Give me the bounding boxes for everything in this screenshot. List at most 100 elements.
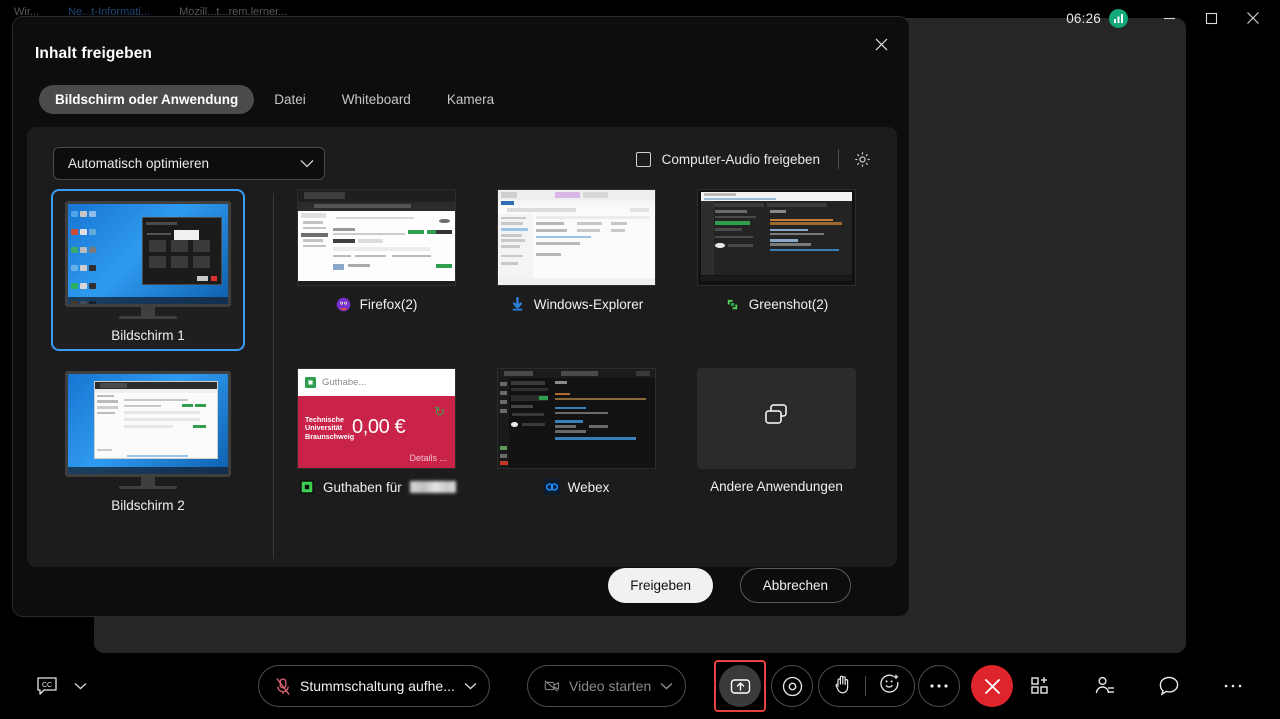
mini-taskbar-2: [68, 467, 228, 474]
app-caption-greenshot: Greenshot(2): [697, 296, 856, 312]
tab-kamera[interactable]: Kamera: [431, 85, 510, 114]
guthaben-university: Technische Universität Braunschweig: [305, 415, 355, 441]
more-horizontal-icon[interactable]: [1220, 673, 1246, 699]
app-row-2: Guthabe... ↻ Technische Universität Brauns…: [297, 368, 897, 495]
optimize-select[interactable]: Automatisch optimieren: [53, 147, 325, 180]
monitor-screen-2: [65, 371, 231, 477]
chevron-down-icon[interactable]: [660, 677, 673, 695]
app-label-explorer: Windows-Explorer: [533, 296, 644, 312]
redacted-text: [409, 481, 456, 493]
mic-muted-icon: [275, 677, 291, 695]
app-option-explorer[interactable]: Windows-Explorer: [497, 189, 656, 312]
app-option-webex[interactable]: Webex: [497, 368, 656, 495]
computer-audio-option: Computer-Audio freigeben: [635, 149, 871, 169]
monitor-stand-2: [141, 477, 155, 486]
app-label-greenshot: Greenshot(2): [748, 296, 829, 312]
monitor-screen-1: [65, 201, 231, 307]
app-label-other: Andere Anwendungen: [710, 479, 843, 494]
mini-taskbar: [68, 297, 228, 304]
share-content-dialog: Inhalt freigeben Bildschirm oder Anwendu…: [12, 16, 910, 617]
guthaben-card-header: Guthabe...: [298, 369, 455, 396]
share-content-highlight: [714, 660, 766, 712]
gear-icon[interactable]: [854, 151, 871, 168]
dialog-close-icon[interactable]: [863, 27, 899, 61]
tab-bildschirm-oder-anwendung[interactable]: Bildschirm oder Anwendung: [39, 85, 255, 114]
camera-off-icon: [544, 678, 560, 694]
desktop-icons: [71, 207, 105, 304]
more-options-button[interactable]: [918, 665, 960, 707]
apps-add-icon[interactable]: [1028, 673, 1054, 699]
app-option-guthaben[interactable]: Guthabe... ↻ Technische Universität Brauns…: [297, 368, 456, 495]
app-row-1: Firefox(2) Windows-Explorer Greenshot(2): [297, 189, 897, 312]
app-label-firefox: Firefox(2): [359, 296, 418, 312]
chat-bubble-icon[interactable]: [1156, 673, 1182, 699]
guthaben-card-body: ↻ Technische Universität Braunschweig 0,00…: [298, 396, 455, 468]
chevron-down-icon[interactable]: [464, 677, 477, 695]
screen-option-2[interactable]: Bildschirm 2: [51, 359, 245, 521]
column-divider: [273, 193, 274, 559]
monitor-graphic-2: [65, 371, 231, 489]
share-panel: Automatisch optimieren Computer-Audio fr…: [27, 127, 897, 567]
dialog-footer: Freigeben Abbrechen: [13, 556, 909, 616]
window-topbar: 06:26: [1020, 0, 1280, 36]
monitor-base: [119, 316, 177, 319]
close-icon[interactable]: [1232, 2, 1274, 34]
app-caption-guthaben: Guthaben für: [297, 479, 456, 495]
app-thumbnail-other: [697, 368, 856, 469]
screen-option-1[interactable]: Bildschirm 1: [51, 189, 245, 351]
participants-icon[interactable]: [1092, 673, 1118, 699]
mini-window: [141, 217, 222, 285]
raise-hand-icon[interactable]: [833, 674, 852, 699]
computer-audio-checkbox[interactable]: [635, 151, 651, 167]
tab-datei[interactable]: Datei: [258, 85, 322, 114]
app-option-greenshot[interactable]: Greenshot(2): [697, 189, 856, 312]
maximize-icon[interactable]: [1190, 2, 1232, 34]
download-arrow-icon: [510, 296, 526, 312]
app-thumbnail-firefox: [297, 189, 456, 286]
reactions-group: [818, 665, 915, 707]
app-thumbnail-greenshot: [697, 189, 856, 286]
control-bar-left: CC: [30, 671, 87, 701]
applications-grid: Firefox(2) Windows-Explorer Greenshot(2)…: [297, 189, 897, 495]
app-thumbnail-explorer: [497, 189, 656, 286]
chevron-down-icon[interactable]: [74, 682, 87, 690]
start-video-button[interactable]: Video starten: [527, 665, 687, 707]
minimize-icon[interactable]: [1148, 2, 1190, 34]
closed-caption-icon[interactable]: CC: [30, 671, 64, 701]
svg-text:CC: CC: [42, 682, 52, 689]
guthaben-details-link: Details ...: [409, 453, 447, 463]
app-option-other[interactable]: Andere Anwendungen: [697, 368, 856, 495]
meeting-control-bar: CC Stummschaltung aufhe... Video starten: [0, 653, 1280, 719]
app-label-guthaben: Guthaben für: [323, 479, 402, 495]
screen-label-1: Bildschirm 1: [111, 328, 185, 343]
clock: 06:26: [1066, 10, 1101, 26]
optimize-select-value: Automatisch optimieren: [68, 156, 210, 171]
tab-whiteboard[interactable]: Whiteboard: [326, 85, 427, 114]
options-bar: Automatisch optimieren Computer-Audio fr…: [27, 127, 897, 189]
screens-column: Bildschirm 1 Bildschirm 2: [51, 189, 261, 521]
share-screen-icon[interactable]: [719, 665, 761, 707]
app-caption-webex: Webex: [497, 479, 656, 495]
app-thumbnail-webex: [497, 368, 656, 469]
end-call-button[interactable]: [971, 665, 1013, 707]
greenshot-icon: [725, 296, 741, 312]
app-caption-firefox: Firefox(2): [297, 296, 456, 312]
cancel-button[interactable]: Abbrechen: [739, 568, 851, 603]
unmute-label: Stummschaltung aufhe...: [300, 678, 455, 694]
record-button[interactable]: [771, 665, 813, 707]
app-option-firefox[interactable]: Firefox(2): [297, 189, 456, 312]
emoji-reaction-icon[interactable]: [879, 673, 900, 699]
share-sources: Bildschirm 1 Bildschirm 2 Firefox(2) Win…: [27, 189, 897, 567]
guthaben-amount: 0,00 €: [352, 416, 406, 438]
divider: [865, 676, 866, 696]
signal-bars-icon: [1109, 8, 1128, 28]
sync-icon: ↻: [434, 404, 445, 419]
unmute-button[interactable]: Stummschaltung aufhe...: [258, 665, 490, 707]
screen-label-2: Bildschirm 2: [111, 498, 185, 513]
firefox-icon: [336, 296, 352, 312]
chevron-down-icon: [300, 156, 314, 171]
app-label-webex: Webex: [567, 479, 610, 495]
app-thumbnail-guthaben: Guthabe... ↻ Technische Universität Brauns…: [297, 368, 456, 469]
guthaben-icon: [305, 377, 316, 388]
share-button[interactable]: Freigeben: [608, 568, 713, 603]
